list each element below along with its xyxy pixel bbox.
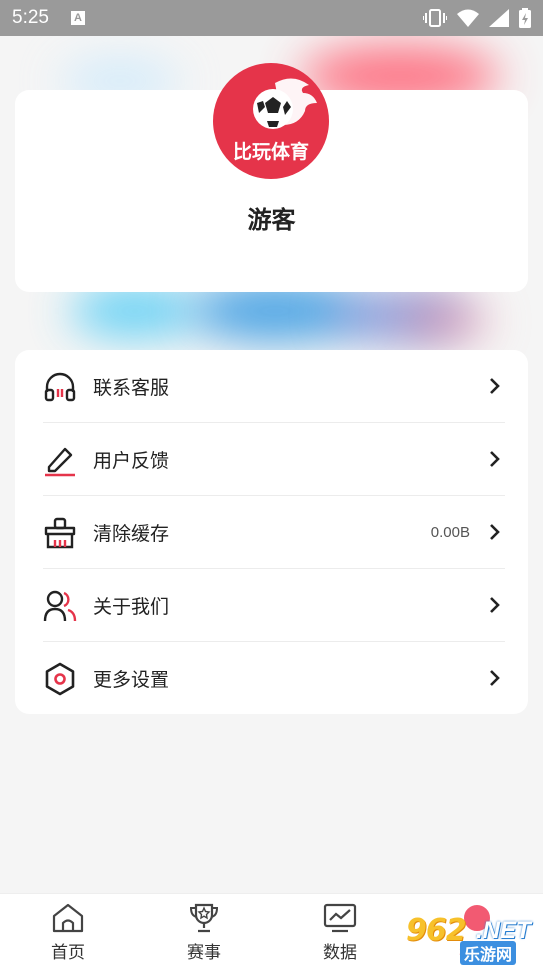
status-icons [423,8,531,28]
watermark-sub: 乐游网 [460,941,517,965]
status-bar: 5:25 A [0,0,543,36]
menu-label: 关于我们 [93,596,170,618]
chevron-right-icon [490,451,500,467]
chevron-right-icon [490,524,500,540]
menu-item-clear-cache[interactable]: 清除缓存 0.00B [15,496,528,569]
pen-icon [45,447,75,477]
nav-home[interactable]: 首页 [18,894,118,965]
cache-size: 0.00B [430,524,470,541]
menu-item-about-us[interactable]: 关于我们 [15,569,528,642]
headset-icon [44,372,76,402]
nav-data[interactable]: 数据 [290,894,390,965]
chevron-right-icon [490,378,500,394]
avatar[interactable]: 比玩体育 [213,63,329,179]
vibrate-icon [423,9,447,27]
nav-label: 赛事 [187,943,221,963]
battery-icon [519,8,531,28]
menu-item-more-settings[interactable]: 更多设置 [15,642,528,715]
chevron-right-icon [490,597,500,613]
chart-icon [323,903,357,933]
menu-label: 联系客服 [93,377,170,399]
menu-item-feedback[interactable]: 用户反馈 [15,423,528,496]
menu-label: 清除缓存 [93,523,170,545]
signal-icon [489,9,509,27]
users-icon [43,590,77,622]
chevron-right-icon [490,670,500,686]
menu-label: 用户反馈 [93,450,170,472]
broom-icon [44,517,76,549]
menu-card: 联系客服 用户反馈 清除缓存 0.00B 关于我们 更多设置 [15,350,528,714]
watermark-digits: 962 [406,913,467,948]
nav-matches[interactable]: 赛事 [154,894,254,965]
nav-label: 首页 [51,943,85,963]
wifi-icon [457,9,479,27]
nav-label: 数据 [323,943,357,963]
watermark-logo: 962 .NET 乐游网 [404,903,543,965]
trophy-icon [189,903,219,933]
menu-label: 更多设置 [93,669,170,691]
username[interactable]: 游客 [0,200,543,235]
logo-text: 比玩体育 [232,141,309,163]
hexagon-settings-icon [45,662,75,696]
status-time: 5:25 [12,7,49,28]
notification-icon: A [70,11,85,25]
menu-item-customer-service[interactable]: 联系客服 [15,350,528,423]
home-icon [52,903,84,933]
